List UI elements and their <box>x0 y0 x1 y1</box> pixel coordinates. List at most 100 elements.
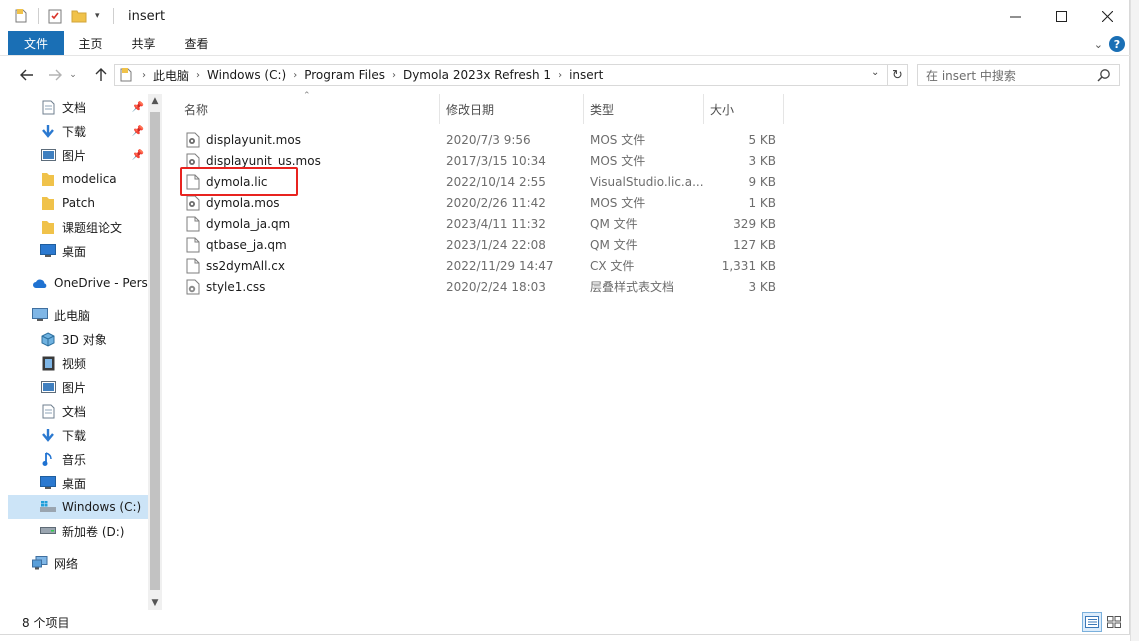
pin-icon[interactable]: 📌 <box>132 126 144 137</box>
tab-file[interactable]: 文件 <box>8 31 64 55</box>
script-file-icon <box>186 132 200 148</box>
location-folder-icon <box>119 67 135 83</box>
nav-item-drive-d[interactable]: 新加卷 (D:) <box>8 519 148 543</box>
up-button[interactable] <box>90 64 112 86</box>
breadcrumb-this-pc[interactable]: 此电脑 <box>149 67 193 84</box>
nav-item-3d-objects[interactable]: 3D 对象 <box>8 327 148 351</box>
explorer-window: ▾ insert 文件 主页 共享 查看 ⌄ ? ⌄ › 此电脑 › Windo… <box>0 0 1130 635</box>
breadcrumb-separator-icon: › <box>142 69 146 81</box>
file-name-cell[interactable]: qtbase_ja.qm <box>186 234 287 255</box>
file-row[interactable]: displayunit.mos 2020/7/3 9:56 MOS 文件 5 KB <box>178 129 778 150</box>
nav-item-papers[interactable]: 课题组论文 <box>8 215 148 239</box>
file-type: MOS 文件 <box>590 196 646 210</box>
file-name: displayunit.mos <box>206 132 301 147</box>
nav-item-pictures[interactable]: 图片 <box>8 375 148 399</box>
close-button[interactable] <box>1084 0 1130 32</box>
script-file-icon <box>186 195 200 211</box>
address-history-dropdown-icon[interactable]: ⌄ <box>871 67 885 78</box>
navigation-scrollbar[interactable]: ▲ ▼ <box>148 94 162 610</box>
breadcrumb-separator-icon[interactable]: › <box>555 70 565 81</box>
nav-item-patch[interactable]: Patch <box>8 191 148 215</box>
nav-item-windows-c[interactable]: Windows (C:) <box>8 495 148 519</box>
file-row[interactable]: style1.css 2020/2/24 18:03 层叠样式表文档 3 KB <box>178 276 778 297</box>
nav-item-desktop-quick[interactable]: 桌面 <box>8 239 148 263</box>
tab-home[interactable]: 主页 <box>64 31 117 55</box>
pin-icon[interactable]: 📌 <box>132 102 144 113</box>
file-size: 3 KB <box>748 153 776 168</box>
forward-button[interactable] <box>44 64 66 86</box>
file-name-cell[interactable]: displayunit.mos <box>186 129 301 150</box>
breadcrumb-windows-c[interactable]: Windows (C:) <box>203 68 290 82</box>
expand-ribbon-icon[interactable]: ⌄ <box>1094 38 1103 51</box>
file-name-cell[interactable]: dymola_ja.qm <box>186 213 290 234</box>
new-folder-icon[interactable] <box>71 8 87 24</box>
file-modified: 2020/2/24 18:03 <box>446 279 546 294</box>
desktop-icon <box>40 475 56 491</box>
nav-item-label: 桌面 <box>62 476 87 491</box>
nav-item-documents[interactable]: 文档 <box>8 399 148 423</box>
file-name-cell[interactable]: ss2dymAll.cx <box>186 255 285 276</box>
nav-item-label: 新加卷 (D:) <box>62 524 125 539</box>
scrollbar-thumb[interactable] <box>150 112 160 590</box>
back-button[interactable] <box>16 64 38 86</box>
nav-item-label: 图片 <box>62 380 87 395</box>
folder-app-icon[interactable] <box>14 8 30 24</box>
minimize-button[interactable] <box>992 0 1038 32</box>
nav-item-modelica[interactable]: modelica <box>8 167 148 191</box>
refresh-button[interactable]: ↻ <box>888 64 908 86</box>
nav-item-downloads[interactable]: 下载 <box>8 423 148 447</box>
breadcrumb-separator-icon[interactable]: › <box>290 70 300 81</box>
folder-icon <box>40 219 56 235</box>
file-name: ss2dymAll.cx <box>206 258 285 273</box>
nav-item-onedrive[interactable]: OneDrive - Perso <box>8 271 148 295</box>
breadcrumb-program-files[interactable]: Program Files <box>300 68 389 82</box>
nav-item-label: 桌面 <box>62 244 87 259</box>
toolbar-separator <box>113 8 114 24</box>
nav-item-network[interactable]: 网络 <box>8 551 148 575</box>
video-icon <box>40 355 56 371</box>
nav-item-label: 网络 <box>54 556 79 571</box>
folder-icon <box>40 195 56 211</box>
nav-item-desktop[interactable]: 桌面 <box>8 471 148 495</box>
large-icons-view-button[interactable] <box>1104 612 1124 632</box>
breadcrumb-insert[interactable]: insert <box>565 68 607 82</box>
column-header-modified[interactable]: 修改日期 <box>440 94 584 124</box>
background-window-edge <box>1130 0 1139 641</box>
nav-item-documents-pinned[interactable]: 文档 📌 <box>8 95 148 119</box>
recent-locations-dropdown-icon[interactable]: ⌄ <box>66 64 80 86</box>
nav-item-pictures-pinned[interactable]: 图片 📌 <box>8 143 148 167</box>
nav-item-label: 音乐 <box>62 452 87 467</box>
file-size: 329 KB <box>733 216 776 231</box>
download-icon <box>40 427 56 443</box>
pin-icon[interactable]: 📌 <box>132 150 144 161</box>
tab-view[interactable]: 查看 <box>170 31 223 55</box>
breadcrumb-separator-icon[interactable]: › <box>389 70 399 81</box>
file-row[interactable]: ss2dymAll.cx 2022/11/29 14:47 CX 文件 1,331 K… <box>178 255 778 276</box>
column-header-type[interactable]: 类型 <box>584 94 704 124</box>
properties-icon[interactable] <box>47 8 63 24</box>
details-view-button[interactable] <box>1082 612 1102 632</box>
nav-item-videos[interactable]: 视频 <box>8 351 148 375</box>
nav-item-music[interactable]: 音乐 <box>8 447 148 471</box>
breadcrumb-separator-icon[interactable]: › <box>193 70 203 81</box>
search-input[interactable]: 在 insert 中搜索 <box>917 64 1120 86</box>
help-icon[interactable]: ? <box>1109 36 1125 52</box>
file-row[interactable]: qtbase_ja.qm 2023/1/24 22:08 QM 文件 127 KB <box>178 234 778 255</box>
file-size: 5 KB <box>748 132 776 147</box>
nav-item-this-pc[interactable]: 此电脑 <box>8 303 148 327</box>
breadcrumb-dymola[interactable]: Dymola 2023x Refresh 1 <box>399 68 555 82</box>
scroll-up-icon[interactable]: ▲ <box>148 96 162 106</box>
column-header-name[interactable]: 名称 <box>178 94 440 124</box>
nav-item-label: modelica <box>62 172 117 186</box>
music-icon <box>40 451 56 467</box>
scroll-down-icon[interactable]: ▼ <box>148 598 162 608</box>
file-row[interactable]: dymola_ja.qm 2023/4/11 11:32 QM 文件 329 KB <box>178 213 778 234</box>
nav-item-downloads-pinned[interactable]: 下载 📌 <box>8 119 148 143</box>
ribbon-tabs: 文件 主页 共享 查看 ⌄ ? <box>0 31 1130 56</box>
column-header-size[interactable]: 大小 <box>704 94 784 124</box>
customize-toolbar-dropdown-icon[interactable]: ▾ <box>95 8 105 24</box>
tab-share[interactable]: 共享 <box>117 31 170 55</box>
file-name-cell[interactable]: style1.css <box>186 276 265 297</box>
address-bar[interactable]: › 此电脑 › Windows (C:) › Program Files › D… <box>114 64 888 86</box>
maximize-button[interactable] <box>1038 0 1084 32</box>
